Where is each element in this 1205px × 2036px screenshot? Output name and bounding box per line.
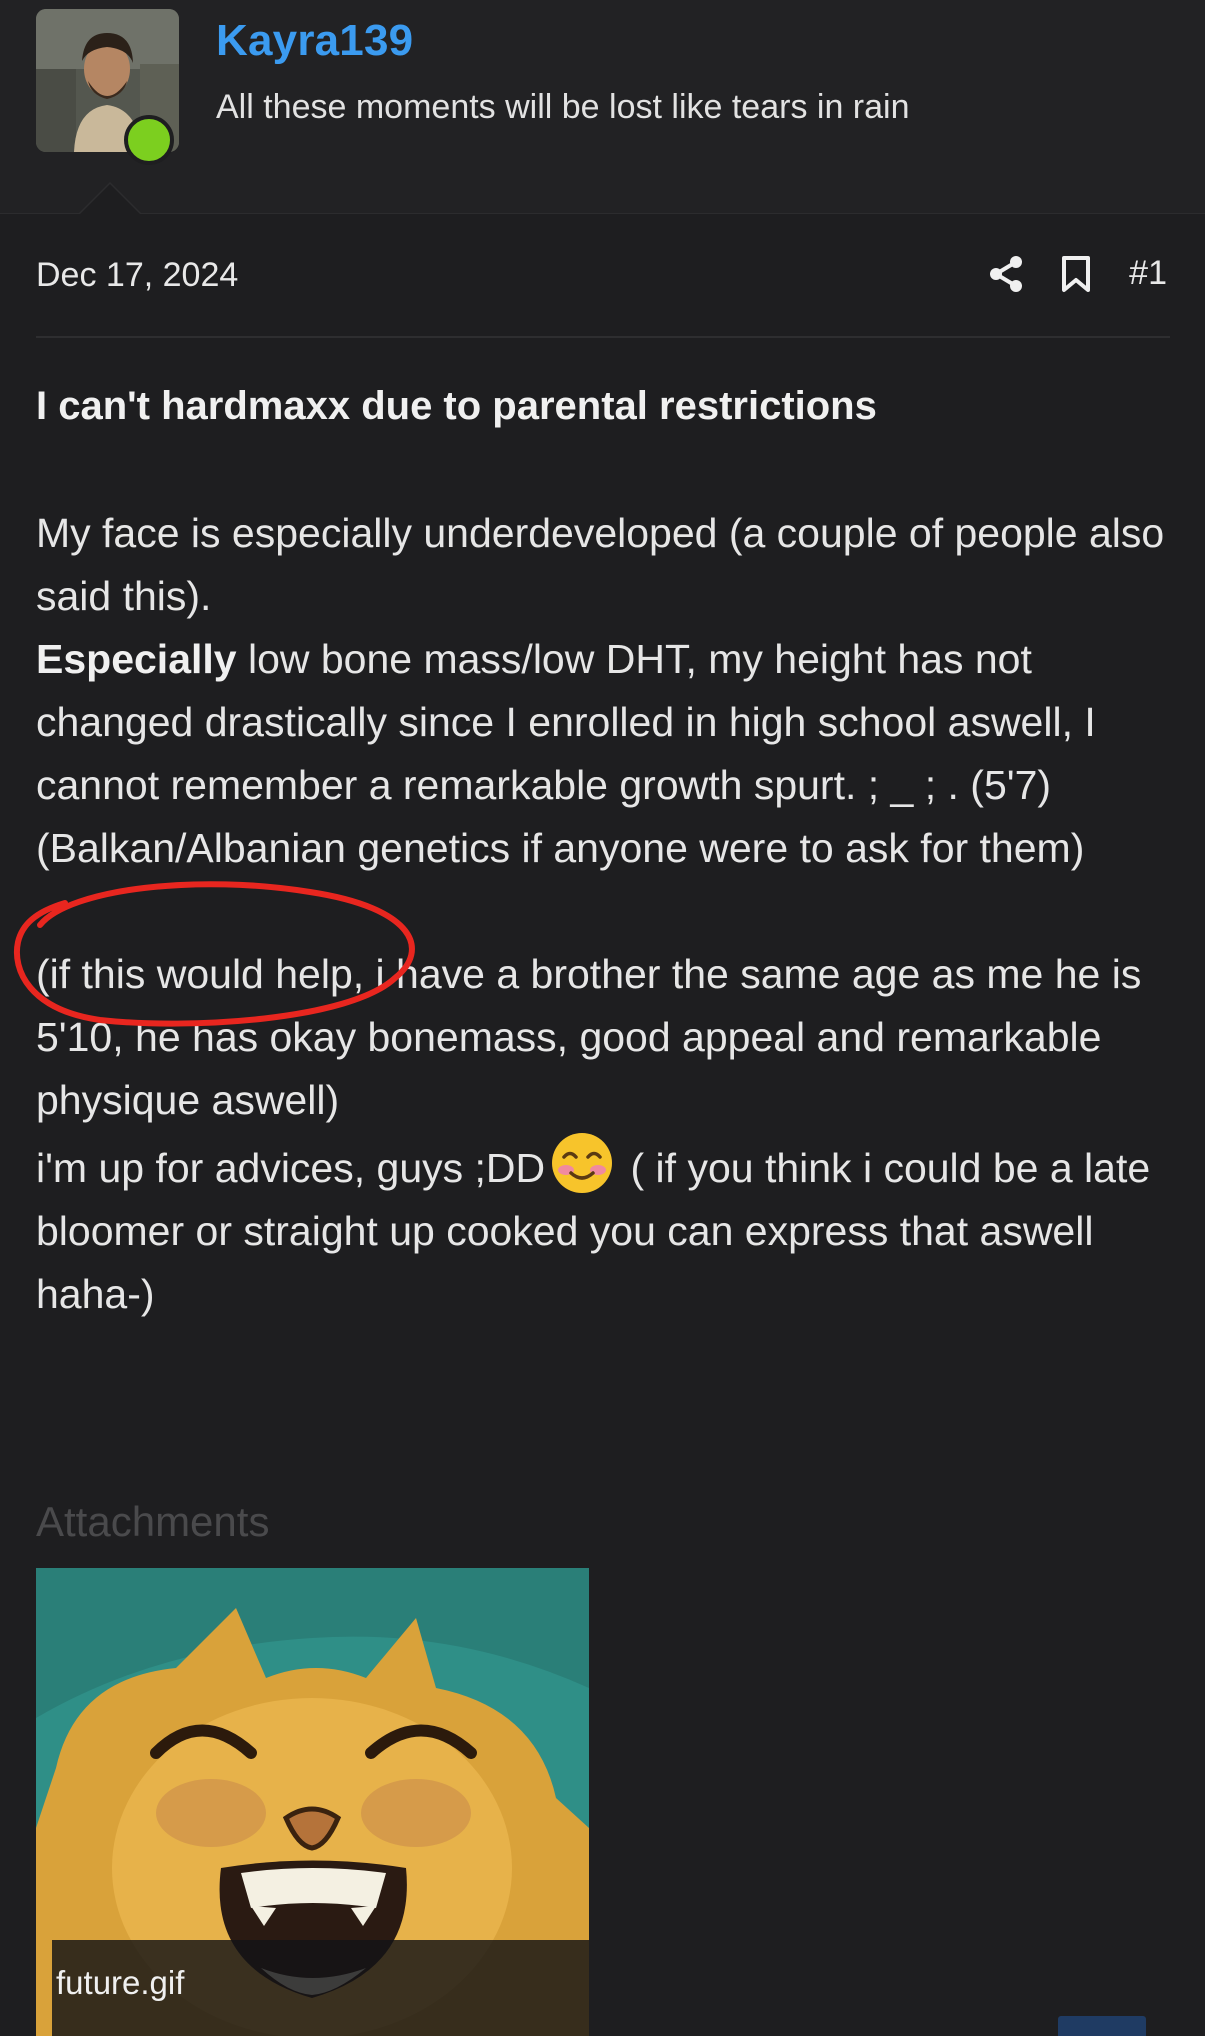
smiling-face-emoji-icon (551, 1132, 613, 1194)
post-genetics-text: (Balkan/Albanian genetics if anyone were… (36, 825, 1085, 871)
post-text: i'm up for advices, guys ;DD (36, 1145, 546, 1191)
share-icon[interactable] (989, 255, 1023, 292)
post-date[interactable]: Dec 17, 2024 (36, 256, 238, 295)
post-body: My face is especially underdeveloped (a … (36, 502, 1176, 1326)
user-title: All these moments will be lost like tear… (216, 88, 910, 126)
post-paragraph-brother: (if this would help, i have a brother th… (36, 951, 1142, 1123)
user-card: Kayra139 All these moments will be lost … (0, 0, 1205, 214)
post-number-link[interactable]: #1 (1129, 254, 1167, 293)
post-bold-text: Especially (36, 636, 237, 682)
username-link[interactable]: Kayra139 (216, 16, 413, 66)
scroll-to-top-button[interactable] (1058, 2016, 1146, 2036)
user-card-pointer-fill (80, 184, 140, 214)
bookmark-icon[interactable] (1061, 255, 1091, 293)
post-text: My face is especially underdeveloped (a … (36, 510, 1165, 619)
post-actions: #1 (989, 254, 1167, 293)
online-status-indicator (124, 115, 174, 165)
post-heading: I can't hardmaxx due to parental restric… (36, 384, 877, 428)
attachment-filename[interactable]: future.gif (56, 1964, 184, 2002)
post-paragraph-advice: i'm up for advices, guys ;DD ( if you th… (36, 1132, 1176, 1326)
attachments-heading: Attachments (36, 1498, 270, 1545)
post-paragraph-face: My face is especially underdeveloped (a … (36, 502, 1176, 880)
post-divider (36, 336, 1170, 338)
